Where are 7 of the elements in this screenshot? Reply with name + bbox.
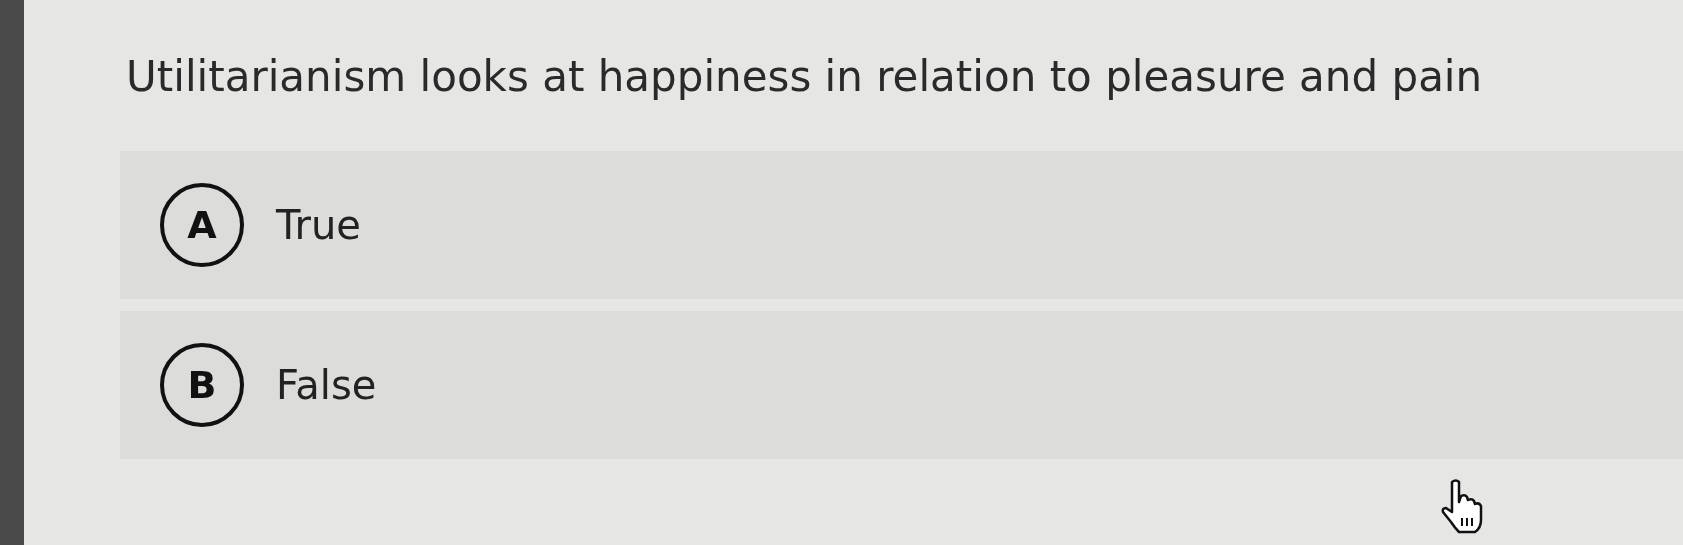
option-letter: B bbox=[160, 343, 244, 427]
answer-option[interactable]: A True bbox=[120, 151, 1683, 299]
question-text: Utilitarianism looks at happiness in relation to pleasure and pain bbox=[126, 52, 1484, 101]
option-letter: A bbox=[160, 183, 244, 267]
option-text: False bbox=[276, 362, 377, 408]
option-text: True bbox=[276, 202, 361, 248]
answer-option[interactable]: B False bbox=[120, 311, 1683, 459]
